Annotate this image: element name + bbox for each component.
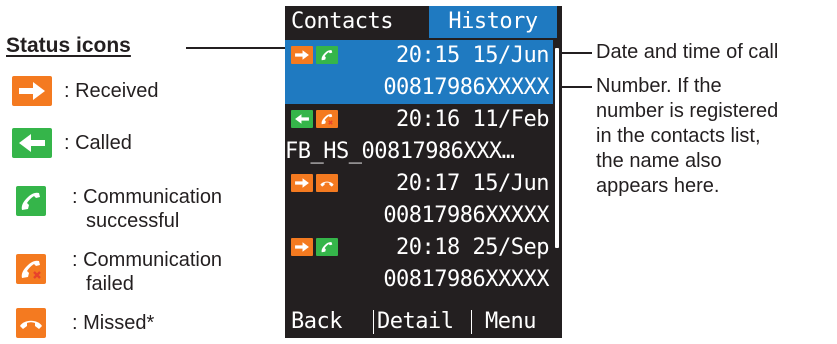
handset-failed-icon [316, 110, 338, 128]
tab-history[interactable]: History [429, 6, 557, 38]
history-entry[interactable]: 20:16 11/Feb FB_HS_00817986XXX… [285, 104, 553, 168]
softkey-bar: Back Detail Menu [285, 306, 562, 338]
history-entry[interactable]: 20:17 15/Jun 00817986XXXXX [285, 168, 553, 232]
entry-datetime: 20:18 25/Sep [396, 235, 549, 260]
legend-failed-label-2: failed [86, 273, 134, 295]
callout-line-datetime [560, 52, 592, 54]
legend-success-label-2: successful [86, 210, 180, 232]
entry-datetime: 20:15 15/Jun [396, 43, 549, 68]
softkey-detail[interactable]: Detail [377, 306, 454, 338]
entry-number: FB_HS_00817986XXX… [285, 139, 515, 164]
history-entry[interactable]: 20:18 25/Sep 00817986XXXXX [285, 232, 553, 296]
softkey-divider [373, 310, 374, 334]
legend-failed-label: : Communication [72, 249, 223, 271]
handset-success-icon [316, 46, 338, 64]
called-arrow-icon [291, 110, 313, 128]
softkey-divider [471, 310, 472, 334]
entry-datetime: 20:16 11/Feb [396, 107, 549, 132]
entry-datetime: 20:17 15/Jun [396, 171, 549, 196]
handset-success-icon [16, 186, 46, 216]
entry-number: 00817986XXXXX [383, 203, 549, 228]
history-entry[interactable]: 20:15 15/Jun 00817986XXXXX [285, 40, 553, 104]
legend-leader-line [186, 47, 290, 49]
called-arrow-icon [12, 128, 52, 158]
legend-success-label: : Communication [72, 186, 223, 208]
handset-success-icon [316, 238, 338, 256]
handset-missed-icon [16, 308, 46, 338]
annotation-number-2: number is registered [596, 100, 779, 122]
tab-contacts[interactable]: Contacts [291, 6, 428, 38]
legend-called-label: : Called [64, 132, 132, 154]
softkey-back[interactable]: Back [291, 306, 342, 338]
received-arrow-icon [291, 174, 313, 192]
annotation-datetime: Date and time of call [596, 41, 779, 63]
received-arrow-icon [12, 76, 52, 106]
received-arrow-icon [291, 46, 313, 64]
annotation-number-3: in the contacts list, [596, 125, 761, 147]
phone-screen: Contacts History 20:15 15/Jun 00817986XX… [285, 6, 562, 338]
handset-failed-icon [16, 254, 46, 284]
annotation-number-1: Number. If the [596, 75, 722, 97]
handset-missed-icon [316, 174, 338, 192]
annotation-number-4: the name also [596, 150, 722, 172]
legend-title: Status icons [6, 34, 131, 57]
legend-missed-label: : Missed* [72, 312, 155, 334]
entry-number: 00817986XXXXX [383, 75, 549, 100]
softkey-menu[interactable]: Menu [485, 306, 536, 338]
scrollbar[interactable] [555, 48, 559, 248]
legend-received-label: : Received [64, 80, 159, 102]
callout-line-number [560, 86, 592, 88]
received-arrow-icon [291, 238, 313, 256]
annotation-number-5: appears here. [596, 175, 720, 197]
entry-number: 00817986XXXXX [383, 267, 549, 292]
